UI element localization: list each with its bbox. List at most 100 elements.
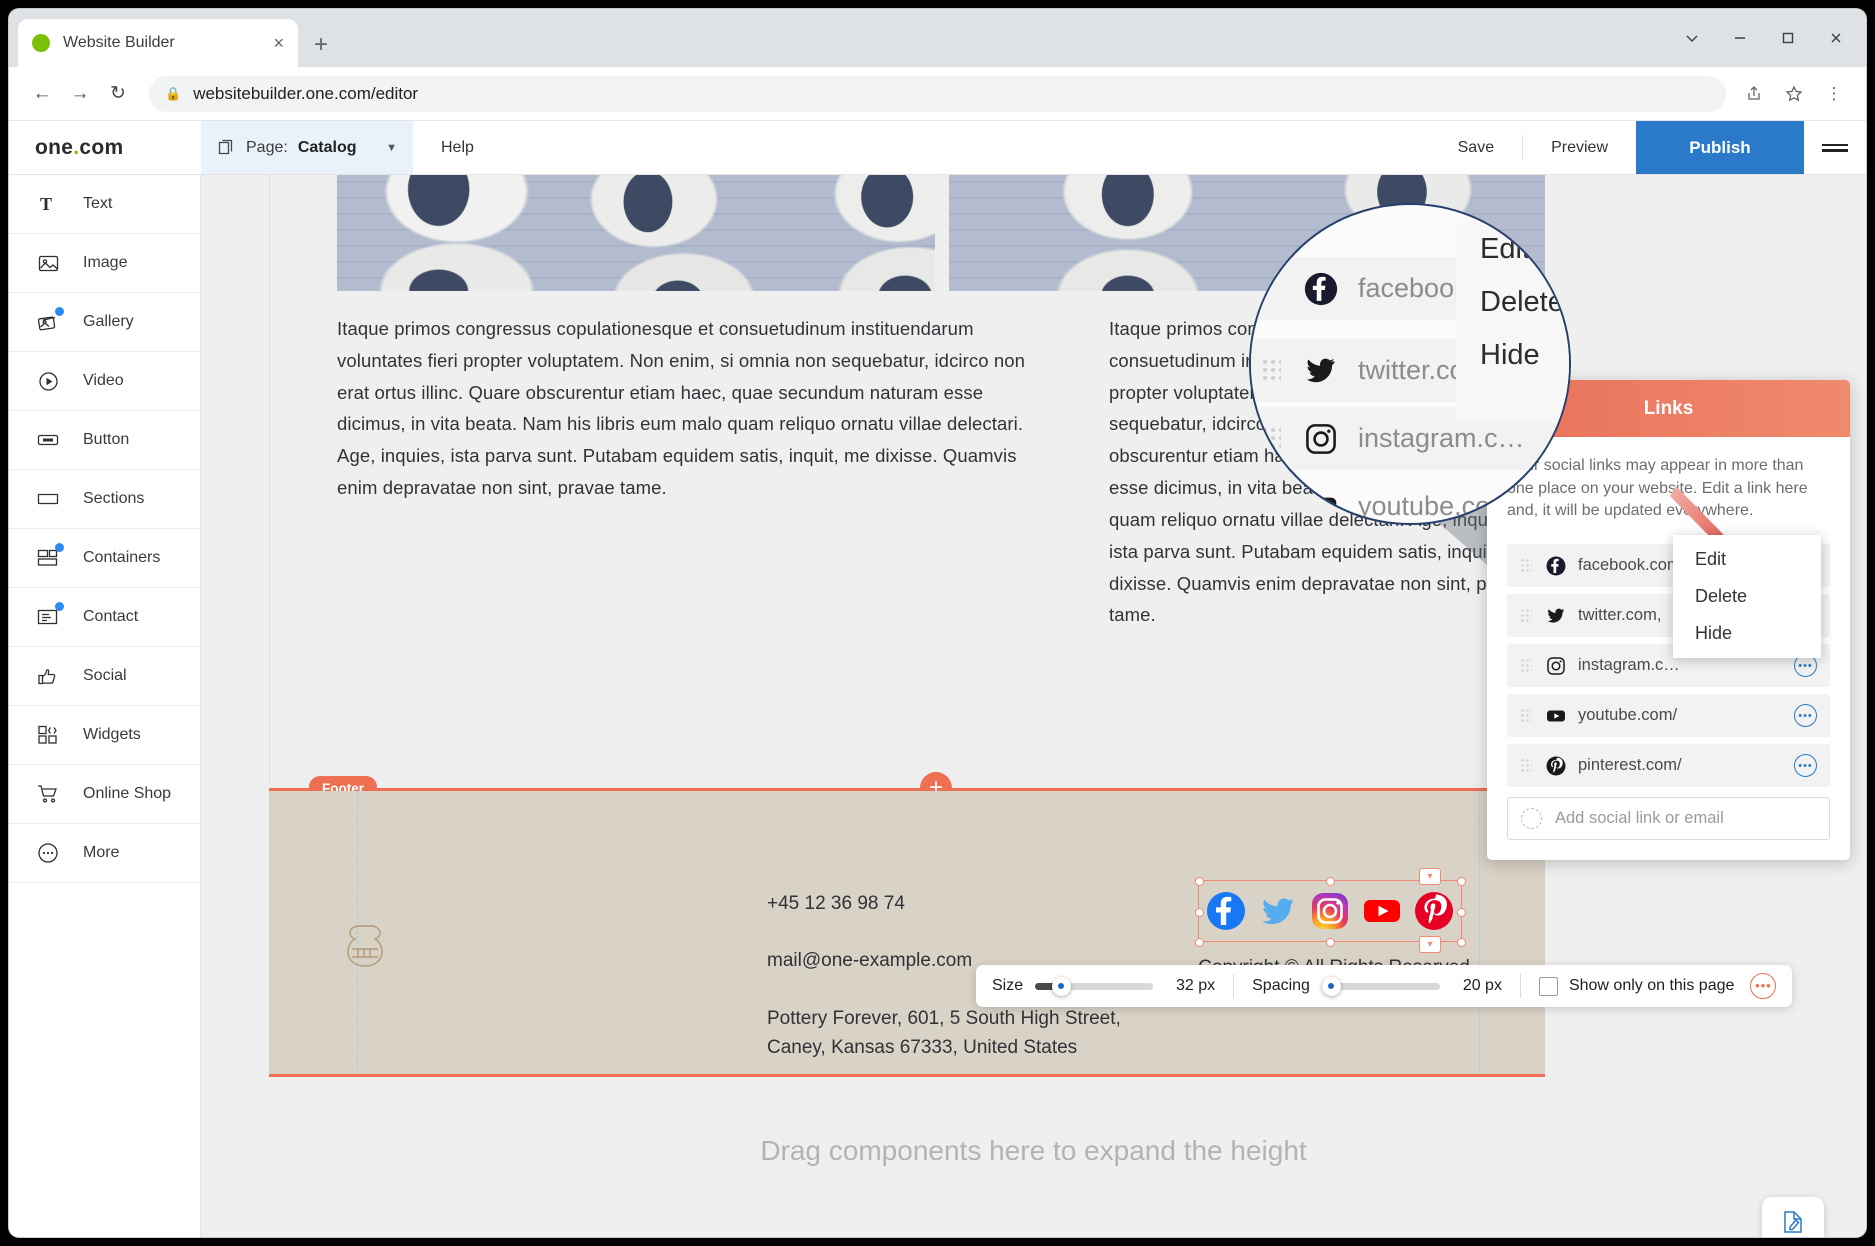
sidebar-item-online-shop[interactable]: Online Shop	[9, 765, 200, 824]
link-row-pinterest[interactable]: pinterest.com/ •••	[1507, 744, 1830, 788]
instagram-icon	[1303, 421, 1338, 456]
resize-handle[interactable]	[1457, 938, 1466, 947]
resize-handle[interactable]	[1326, 938, 1335, 947]
resize-handle[interactable]	[1457, 877, 1466, 886]
resize-handle[interactable]	[1195, 938, 1204, 947]
new-tab-button[interactable]: +	[314, 33, 328, 57]
kebab-menu-icon[interactable]: ⋮	[1816, 76, 1852, 112]
editor-canvas[interactable]: Itaque primos congressus copulationesque…	[201, 175, 1866, 1237]
page-selector[interactable]: Page: Catalog ▼	[201, 121, 413, 174]
footer-social-selection[interactable]: ▾ ▾	[1195, 868, 1466, 953]
save-button[interactable]: Save	[1430, 121, 1522, 174]
browser-omnibar: ← → ↻ 🔒 websitebuilder.one.com/editor ⋮	[9, 67, 1866, 121]
lock-icon: 🔒	[165, 85, 182, 101]
url-bar[interactable]: 🔒 websitebuilder.one.com/editor	[149, 75, 1726, 112]
footer-phone[interactable]: +45 12 36 98 74	[767, 889, 1121, 918]
browser-tab[interactable]: Website Builder ×	[18, 19, 298, 67]
forward-icon[interactable]: →	[61, 75, 99, 113]
chevron-down-icon[interactable]: ▾	[1419, 936, 1441, 953]
sidebar-item-social[interactable]: Social	[9, 647, 200, 706]
sidebar-item-containers[interactable]: Containers	[9, 529, 200, 588]
context-menu-item-hide[interactable]: Hide	[1673, 615, 1821, 652]
size-slider-knob[interactable]	[1051, 976, 1071, 996]
star-icon[interactable]	[1776, 76, 1812, 112]
share-icon[interactable]	[1736, 76, 1772, 112]
magnified-link-url: youtube.com/	[1358, 491, 1521, 521]
drop-zone[interactable]: Drag components here to expand the heigh…	[201, 1077, 1866, 1237]
facebook-icon[interactable]	[1205, 890, 1247, 932]
sidebar-item-widgets[interactable]: Widgets	[9, 706, 200, 765]
spacing-slider-knob[interactable]	[1321, 976, 1341, 996]
chevron-down-icon[interactable]	[1668, 19, 1716, 57]
close-window-icon[interactable]	[1812, 19, 1860, 57]
sidebar-item-image[interactable]: Image	[9, 234, 200, 293]
magnified-menu-item-delete: Delete	[1480, 286, 1564, 318]
thumbs-up-icon	[35, 663, 61, 689]
context-menu-item-delete[interactable]: Delete	[1673, 578, 1821, 615]
maximize-icon[interactable]	[1764, 19, 1812, 57]
drag-handle-icon[interactable]	[1520, 608, 1532, 624]
show-only-on-this-page-checkbox[interactable]	[1538, 976, 1558, 996]
sidebar-item-more[interactable]: More	[9, 824, 200, 883]
link-more-button[interactable]: •••	[1794, 704, 1817, 728]
youtube-icon	[1303, 489, 1338, 523]
hero-image-left[interactable]	[337, 175, 935, 291]
sidebar-item-video[interactable]: Video	[9, 352, 200, 411]
magnified-context-menu: Edit Delete Hide	[1456, 223, 1569, 423]
footer-social-row[interactable]	[1198, 880, 1462, 942]
instagram-icon[interactable]	[1309, 890, 1351, 932]
context-menu-item-edit[interactable]: Edit	[1673, 541, 1821, 578]
twitter-icon	[1545, 605, 1566, 626]
help-button[interactable]: Help	[413, 121, 502, 174]
sidebar-item-gallery[interactable]: Gallery	[9, 293, 200, 352]
twitter-icon[interactable]	[1257, 890, 1299, 932]
sidebar-item-label: Text	[83, 195, 113, 212]
pinterest-icon[interactable]	[1413, 890, 1455, 932]
app-toolbar: one. com Page: Catalog ▼ Help Save Previe…	[9, 121, 1866, 175]
design-settings-button[interactable]	[1762, 1197, 1824, 1237]
element-inline-toolbar[interactable]: Size 32 px Spacing 20 px Show only on th…	[976, 965, 1793, 1007]
add-social-link-button[interactable]: Add social link or email	[1507, 797, 1830, 841]
toolbar-more-button[interactable]: •••	[1750, 973, 1777, 999]
resize-handle[interactable]	[1457, 908, 1466, 917]
resize-handle[interactable]	[1195, 908, 1204, 917]
twitter-icon	[1303, 353, 1338, 388]
drag-handle-icon[interactable]	[1520, 558, 1532, 574]
new-badge	[55, 543, 64, 552]
containers-icon	[35, 543, 64, 571]
minimize-icon[interactable]	[1716, 19, 1764, 57]
new-badge	[55, 602, 64, 611]
close-icon[interactable]: ×	[273, 34, 284, 52]
link-more-button[interactable]: •••	[1794, 754, 1817, 778]
footer-address-line2[interactable]: Caney, Kansas 67333, United States	[767, 1033, 1121, 1062]
preview-button[interactable]: Preview	[1523, 121, 1636, 174]
divider	[1233, 974, 1235, 998]
sidebar-item-contact[interactable]: Contact	[9, 588, 200, 647]
footer-section[interactable]: +45 12 36 98 74 mail@one-example.com Pot…	[269, 791, 1545, 1074]
onecom-logo: one. com	[9, 121, 201, 174]
drag-handle-icon[interactable]	[1520, 708, 1532, 724]
drag-handle-icon[interactable]	[1520, 758, 1532, 774]
divider	[1519, 974, 1521, 998]
link-context-menu[interactable]: Edit Delete Hide	[1673, 535, 1821, 658]
sidebar-item-sections[interactable]: Sections	[9, 470, 200, 529]
link-row-youtube[interactable]: youtube.com/ •••	[1507, 694, 1830, 738]
resize-handle[interactable]	[1326, 877, 1335, 886]
footer-address-line1[interactable]: Pottery Forever, 601, 5 South High Stree…	[767, 1004, 1121, 1033]
size-slider[interactable]	[1035, 976, 1154, 996]
page-prefix-label: Page:	[246, 138, 288, 156]
back-icon[interactable]: ←	[23, 75, 61, 113]
chevron-down-icon[interactable]: ▾	[1419, 868, 1441, 885]
sidebar-item-label: Button	[83, 431, 130, 448]
sidebar-item-text[interactable]: T Text	[9, 175, 200, 234]
resize-handle[interactable]	[1195, 877, 1204, 886]
youtube-icon[interactable]	[1361, 890, 1403, 932]
drag-handle-icon[interactable]	[1520, 658, 1532, 674]
publish-button[interactable]: Publish	[1636, 121, 1804, 174]
omnibar-actions: ⋮	[1736, 76, 1852, 112]
hamburger-menu-icon[interactable]	[1804, 121, 1866, 174]
sidebar-item-button[interactable]: Button	[9, 411, 200, 470]
spacing-slider[interactable]	[1321, 976, 1440, 996]
reload-icon[interactable]: ↻	[99, 75, 137, 113]
body-text-left[interactable]: Itaque primos congressus copulationesque…	[337, 313, 1055, 504]
